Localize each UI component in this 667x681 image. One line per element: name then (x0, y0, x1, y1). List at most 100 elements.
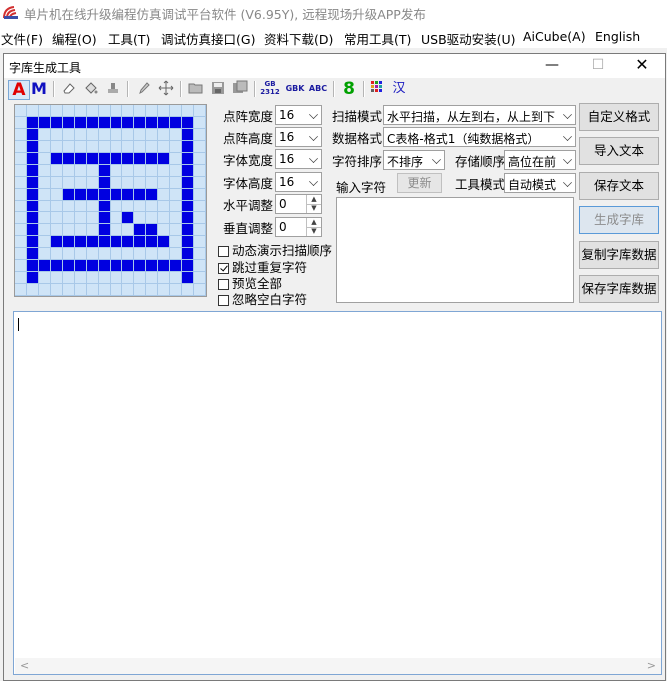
grid-cell[interactable] (86, 212, 99, 225)
update-button[interactable]: 更新 (397, 173, 442, 193)
grid-cell[interactable] (86, 116, 99, 129)
grid-cell[interactable] (170, 116, 183, 129)
grid-cell[interactable] (86, 152, 99, 165)
grid-cell[interactable] (122, 200, 135, 213)
grid-cell[interactable] (146, 164, 159, 177)
grid-cell[interactable] (98, 164, 111, 177)
grid-cell[interactable] (110, 272, 123, 285)
scroll-right-icon[interactable]: > (647, 659, 656, 672)
grid-cell[interactable] (62, 212, 75, 225)
chk-skip-duplicates[interactable]: 跳过重复字符 (218, 257, 307, 275)
gbk-button[interactable]: GBK (283, 80, 307, 98)
grid-cell[interactable] (50, 272, 63, 285)
grid-cell[interactable] (110, 188, 123, 201)
abc-button[interactable]: ABC (307, 80, 329, 98)
grid-cell[interactable] (74, 284, 87, 296)
grid-cell[interactable] (146, 188, 159, 201)
font-data-output-textarea[interactable]: < > (13, 311, 662, 675)
grid-cell[interactable] (15, 116, 27, 129)
grid-cell[interactable] (15, 188, 27, 201)
matrix-width-select[interactable]: 16 (275, 105, 322, 125)
generate-font-button[interactable]: 生成字库 (579, 206, 659, 234)
grid-cell[interactable] (122, 128, 135, 141)
grid-cell[interactable] (26, 248, 39, 261)
grid-cell[interactable] (38, 272, 51, 285)
grid-cell[interactable] (38, 188, 51, 201)
grid-cell[interactable] (98, 176, 111, 189)
grid-cell[interactable] (182, 116, 195, 129)
toolbar-a-button[interactable]: A (8, 80, 30, 100)
toolbar-m-button[interactable]: M (29, 80, 49, 98)
grid-cell[interactable] (146, 116, 159, 129)
grid-cell[interactable] (26, 140, 39, 153)
grid-cell[interactable] (15, 260, 27, 273)
grid-cell[interactable] (134, 116, 147, 129)
grid-cell[interactable] (182, 284, 195, 296)
grid-cell[interactable] (182, 176, 195, 189)
grid-cell[interactable] (158, 152, 171, 165)
grid-cell[interactable] (182, 248, 195, 261)
v-adjust-spinner[interactable]: 0 ▲ ▼ (275, 217, 322, 237)
grid-cell[interactable] (182, 105, 195, 117)
matrix-height-select[interactable]: 16 (275, 127, 322, 147)
grid-cell[interactable] (26, 260, 39, 273)
chinese-char-button[interactable]: 汉 (389, 80, 409, 98)
grid-cell[interactable] (134, 212, 147, 225)
grid-cell[interactable] (15, 152, 27, 165)
grid-cell[interactable] (50, 212, 63, 225)
grid-cell[interactable] (110, 140, 123, 153)
grid-cell[interactable] (170, 164, 183, 177)
grid-cell[interactable] (182, 188, 195, 201)
grid-cell[interactable] (182, 128, 195, 141)
chk-preview-all[interactable]: 预览全部 (218, 273, 282, 291)
move-button[interactable] (156, 80, 176, 98)
grid-cell[interactable] (98, 200, 111, 213)
grid-cell[interactable] (170, 200, 183, 213)
grid-cell[interactable] (158, 236, 171, 249)
grid-cell[interactable] (15, 284, 27, 296)
grid-cell[interactable] (62, 152, 75, 165)
grid-cell[interactable] (194, 272, 206, 285)
grid-cell[interactable] (182, 212, 195, 225)
h-adjust-spinner[interactable]: 0 ▲ ▼ (275, 194, 322, 214)
grid-cell[interactable] (62, 128, 75, 141)
grid-cell[interactable] (74, 164, 87, 177)
grid-cell[interactable] (74, 236, 87, 249)
grid-cell[interactable] (194, 164, 206, 177)
grid-cell[interactable] (26, 272, 39, 285)
grid-cell[interactable] (158, 116, 171, 129)
grid-cell[interactable] (134, 224, 147, 237)
grid-cell[interactable] (38, 116, 51, 129)
grid-cell[interactable] (122, 248, 135, 261)
grid-cell[interactable] (98, 272, 111, 285)
grid-cell[interactable] (74, 128, 87, 141)
grid-cell[interactable] (38, 140, 51, 153)
grid-cell[interactable] (86, 284, 99, 296)
grid-cell[interactable] (62, 105, 75, 117)
grid-cell[interactable] (38, 128, 51, 141)
grid-cell[interactable] (182, 272, 195, 285)
grid-cell[interactable] (62, 116, 75, 129)
grid-cell[interactable] (110, 105, 123, 117)
grid-cell[interactable] (110, 200, 123, 213)
grid-cell[interactable] (194, 260, 206, 273)
grid-cell[interactable] (158, 284, 171, 296)
grid-cell[interactable] (110, 224, 123, 237)
save-button[interactable] (208, 80, 228, 98)
menu-program[interactable]: 编程(O) (52, 29, 97, 48)
menu-file[interactable]: 文件(F) (1, 29, 43, 48)
grid-cell[interactable] (182, 164, 195, 177)
menu-aicube[interactable]: AiCube(A) (523, 29, 586, 44)
grid-cell[interactable] (170, 212, 183, 225)
grid-cell[interactable] (134, 176, 147, 189)
grid-cell[interactable] (146, 224, 159, 237)
grid-cell[interactable] (158, 164, 171, 177)
grid-cell[interactable] (26, 152, 39, 165)
grid-cell[interactable] (194, 248, 206, 261)
grid-cell[interactable] (15, 164, 27, 177)
grid-cell[interactable] (134, 140, 147, 153)
spin-down-icon[interactable]: ▼ (306, 227, 321, 236)
grid-cell[interactable] (98, 128, 111, 141)
grid-cell[interactable] (74, 152, 87, 165)
grid-cell[interactable] (182, 236, 195, 249)
